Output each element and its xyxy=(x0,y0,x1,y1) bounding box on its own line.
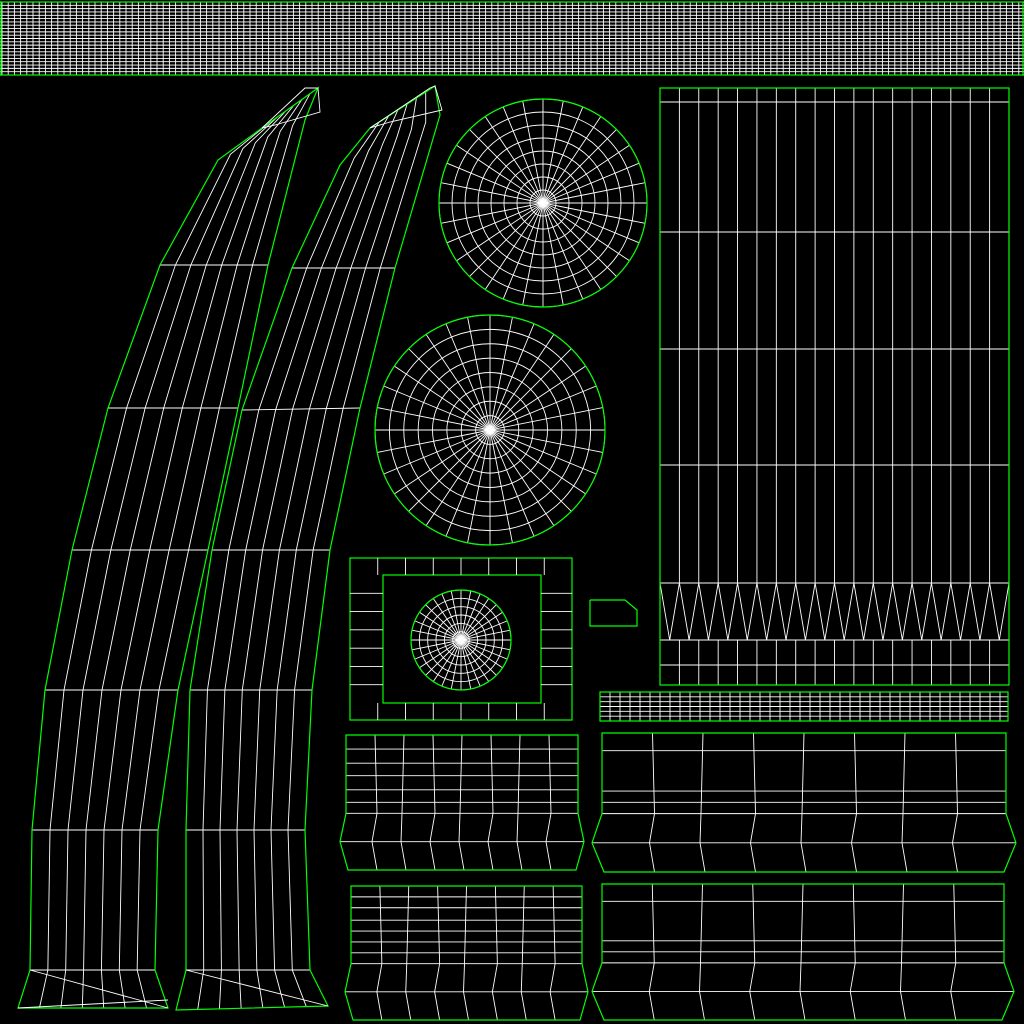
radial-disc-top xyxy=(438,98,648,308)
uv-layout-canvas xyxy=(0,0,1024,1024)
radial-disc-middle xyxy=(374,314,606,546)
